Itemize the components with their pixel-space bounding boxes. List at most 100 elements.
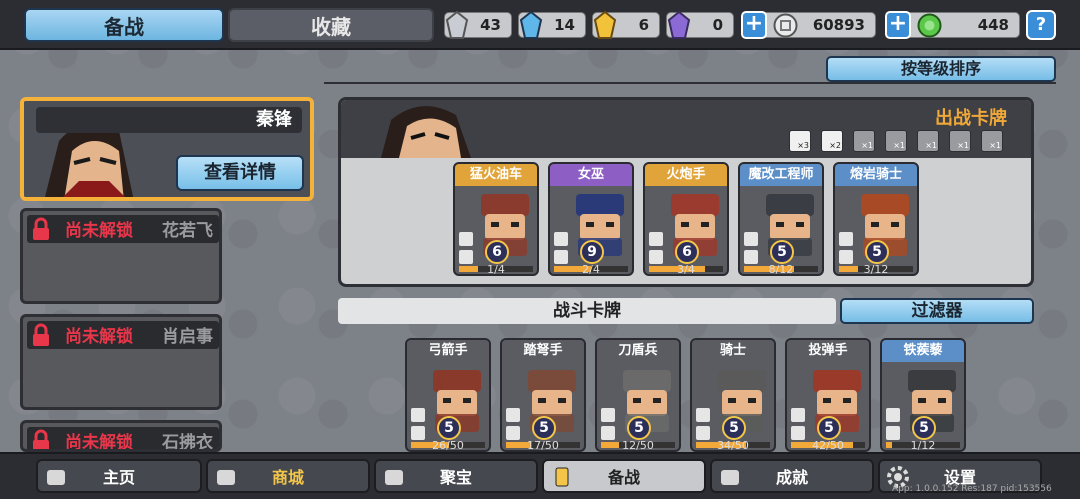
deck-slot-filled: ×2 (821, 130, 843, 152)
treasure-eye-icon (385, 470, 403, 485)
card-name: 熔岩骑士 (835, 164, 917, 186)
resource-gold: 6 (592, 10, 660, 39)
resource-blue-value: 14 (554, 16, 575, 34)
view-details-button[interactable]: 查看详情 (176, 155, 304, 191)
hero-name: 花若飞 (162, 221, 213, 241)
card-name: 魔改工程师 (740, 164, 822, 186)
tab-prepare-label: 备战 (104, 14, 144, 39)
gems-counter: + 448 (885, 11, 1020, 39)
lock-icon (33, 429, 49, 449)
card-count: 3/4 (677, 263, 695, 276)
card-level-badge: 5 (770, 240, 794, 264)
nav-label: 成就 (775, 468, 808, 487)
shield-stat-icon (554, 232, 568, 246)
card-level-badge: 9 (580, 240, 604, 264)
unit-card[interactable]: 铁蒺藜 5 1/12 (880, 338, 966, 452)
shield-stat-icon (696, 408, 710, 422)
unit-card[interactable]: 弓箭手 5 26/50 (405, 338, 491, 452)
help-icon: ? (1035, 14, 1047, 35)
card-count: 26/50 (432, 439, 464, 452)
unit-card[interactable]: 刀盾兵 5 12/50 (595, 338, 681, 452)
tab-prepare[interactable]: 备战 (24, 8, 224, 42)
card-level-badge: 6 (485, 240, 509, 264)
shield-stat-icon (744, 232, 758, 246)
deck-panel-header: 出战卡牌 ×3 ×2 ×1 ×1 ×1 ×1 ×1 (341, 100, 1031, 158)
nav-treasure-button[interactable]: 聚宝 (374, 459, 538, 493)
attack-stat-icon (554, 250, 568, 264)
hero-card-locked[interactable]: 尚未解锁 花若飞 (20, 208, 222, 304)
silver-crystal-icon (443, 10, 471, 40)
add-gems-button[interactable]: + (885, 11, 911, 39)
card-name: 猛火油车 (455, 164, 537, 186)
nav-home-button[interactable]: 主页 (36, 459, 202, 493)
card-level-badge: 5 (532, 416, 556, 440)
nav-prepare-button[interactable]: 备战 (542, 459, 706, 493)
nav-label: 商城 (271, 468, 304, 487)
unit-card[interactable]: 魔改工程师 5 8/12 (738, 162, 824, 276)
shield-stat-icon (411, 408, 425, 422)
hero-card-locked[interactable]: 尚未解锁 石拂衣 (20, 420, 222, 452)
attack-stat-icon (696, 426, 710, 440)
card-count: 1/4 (487, 263, 505, 276)
tab-collection[interactable]: 收藏 (228, 8, 434, 42)
lock-row: 尚未解锁 肖启事 (27, 321, 219, 349)
hero-portrait-small (381, 106, 471, 158)
sort-by-level-button[interactable]: 按等级排序 (826, 56, 1056, 82)
nav-label: 聚宝 (439, 468, 472, 487)
nav-shop-button[interactable]: 商城 (206, 459, 370, 493)
card-level-badge: 5 (912, 416, 936, 440)
battle-cards-header: 战斗卡牌 (338, 298, 836, 324)
green-gem-icon (917, 13, 942, 38)
deck-slot-empty: ×1 (917, 130, 939, 152)
resource-silver-value: 43 (480, 16, 501, 34)
unit-card[interactable]: 熔岩骑士 5 3/12 (833, 162, 919, 276)
add-coins-button[interactable]: + (741, 11, 767, 39)
lock-row: 尚未解锁 石拂衣 (27, 427, 219, 452)
unit-card[interactable]: 猛火油车 6 1/4 (453, 162, 539, 276)
attack-stat-icon (506, 426, 520, 440)
sort-label: 按等级排序 (900, 59, 981, 78)
coins-icon (217, 470, 235, 485)
nav-achievements-button[interactable]: 成就 (710, 459, 874, 493)
deck-panel: 出战卡牌 ×3 ×2 ×1 ×1 ×1 ×1 ×1 猛火油车 6 1/4 女巫 9 2/4 火炮手 6 3/… (338, 97, 1034, 287)
nav-label: 主页 (102, 468, 135, 487)
deck-title: 出战卡牌 (935, 108, 1007, 129)
hero-name: 秦锋 (256, 109, 292, 130)
card-count: 2/4 (582, 263, 600, 276)
attack-stat-icon (839, 250, 853, 264)
card-count: 34/50 (717, 439, 749, 452)
gems-value: 448 (977, 16, 1009, 34)
card-count: 8/12 (768, 263, 794, 276)
card-level-badge: 5 (627, 416, 651, 440)
card-count: 17/50 (527, 439, 559, 452)
unit-card[interactable]: 女巫 9 2/4 (548, 162, 634, 276)
view-details-label: 查看详情 (204, 162, 276, 183)
card-level-badge: 6 (675, 240, 699, 264)
filter-button[interactable]: 过滤器 (840, 298, 1034, 324)
top-bar: 备战 收藏 43 14 6 0 + 60893 + 448 ? (0, 0, 1080, 50)
locked-status: 尚未解锁 (65, 433, 133, 452)
deck-slot-empty: ×1 (949, 130, 971, 152)
card-name: 踏弩手 (502, 340, 584, 362)
hero-name: 石拂衣 (162, 433, 213, 452)
coins-counter: + 60893 (741, 11, 876, 39)
deck-slot-empty: ×1 (853, 130, 875, 152)
unit-card[interactable]: 投弹手 5 42/50 (785, 338, 871, 452)
resource-purple: 0 (666, 10, 734, 39)
card-level-badge: 5 (437, 416, 461, 440)
unit-card[interactable]: 骑士 5 34/50 (690, 338, 776, 452)
hero-card-locked[interactable]: 尚未解锁 肖启事 (20, 314, 222, 410)
help-button[interactable]: ? (1026, 10, 1056, 40)
unit-card[interactable]: 踏弩手 5 17/50 (500, 338, 586, 452)
hero-card-selected[interactable]: 秦锋 查看详情 (20, 97, 314, 201)
card-count: 42/50 (812, 439, 844, 452)
achievement-icon (721, 470, 739, 485)
card-name: 骑士 (692, 340, 774, 362)
unit-card[interactable]: 火炮手 6 3/4 (643, 162, 729, 276)
shield-stat-icon (791, 408, 805, 422)
blue-crystal-icon (517, 10, 545, 40)
shield-stat-icon (601, 408, 615, 422)
resource-purple-value: 0 (712, 16, 723, 34)
attack-stat-icon (649, 250, 663, 264)
cards-icon (555, 467, 569, 487)
